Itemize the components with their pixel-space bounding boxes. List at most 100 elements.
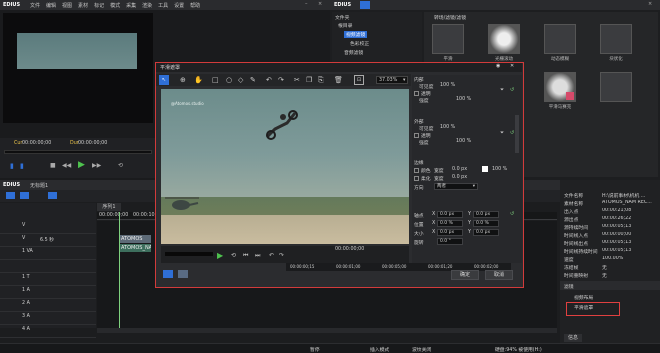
rect-tool-icon[interactable]: □ (212, 76, 219, 84)
menu-item[interactable]: 帮助 (190, 2, 200, 9)
effect-thumbnail[interactable] (600, 24, 632, 54)
stop-icon[interactable]: ■ (50, 162, 56, 169)
cut-icon[interactable]: ✂ (294, 76, 300, 84)
axis-x-field[interactable]: 0.0 px (437, 211, 463, 218)
effect-thumbnail[interactable] (488, 24, 520, 54)
bin-folder-icon[interactable] (360, 1, 370, 9)
fit-icon[interactable]: ⊡ (354, 75, 364, 85)
position-y-field[interactable]: 0.0 % (473, 220, 499, 227)
dialog-redo-icon[interactable]: ↷ (279, 252, 284, 259)
menu-item[interactable]: 模式 (110, 2, 120, 9)
edge-color-row[interactable]: 颜色 (414, 167, 431, 174)
redo-icon[interactable]: ↷ (278, 76, 284, 84)
inner-funnel-icon[interactable]: ⏷ (500, 87, 504, 93)
rewind-icon[interactable]: ◀◀ (62, 162, 71, 169)
menu-item[interactable]: 标记 (94, 2, 104, 9)
video-clip[interactable]: ATOMOS (119, 235, 151, 243)
tree-item[interactable]: 视频滤镜 (344, 31, 368, 38)
effects-close-icon[interactable]: × (648, 1, 652, 7)
timeline-scrollbar[interactable] (97, 328, 557, 333)
track-header[interactable]: 1 A (0, 286, 96, 299)
dialog-scrubber[interactable] (165, 252, 213, 256)
close-icon[interactable]: × (318, 1, 322, 7)
dialog-close-icon[interactable]: ✕ (510, 63, 514, 69)
inner-transparent-checkbox[interactable] (414, 91, 419, 96)
filter-item[interactable]: 视频布局 (574, 294, 593, 301)
outer-funnel-icon[interactable]: ⏷ (500, 130, 504, 136)
undo-icon[interactable]: ↶ (266, 76, 272, 84)
inner-reset-icon[interactable]: ↺ (510, 87, 514, 93)
outer-transparent-row[interactable]: 透明 (414, 132, 431, 139)
ok-button[interactable]: 确定 (451, 270, 479, 280)
effect-thumbnail[interactable] (600, 72, 632, 102)
dialog-next-icon[interactable]: ⏭ (255, 252, 260, 260)
settings-scrollbar[interactable] (515, 115, 519, 153)
edge-soft-row[interactable]: 柔化 (414, 175, 431, 182)
delete-icon[interactable]: 🗑 (334, 76, 343, 84)
audio-clip[interactable]: ATOMOS_NAM (119, 244, 151, 252)
snap-icon[interactable] (48, 192, 57, 199)
outer-reset-icon[interactable]: ↺ (510, 130, 514, 136)
dialog-play-icon[interactable]: ▶ (217, 251, 223, 260)
menu-item[interactable]: 文件 (30, 2, 40, 9)
loop-icon[interactable]: ⟲ (118, 162, 123, 169)
track-header[interactable]: 4 A (0, 325, 96, 338)
edge-color-swatch[interactable] (482, 166, 488, 172)
edge-color-checkbox[interactable] (414, 168, 419, 173)
dialog-help-icon[interactable]: ◉ (496, 63, 500, 69)
cancel-button[interactable]: 取消 (485, 270, 513, 280)
select-tool-icon[interactable]: ↖ (159, 75, 169, 85)
set-in-icon[interactable]: ▮ (10, 162, 14, 170)
player-scrubber[interactable] (4, 150, 152, 154)
menu-item[interactable]: 素材 (78, 2, 88, 9)
forward-icon[interactable]: ▶▶ (92, 162, 101, 169)
track-header[interactable]: 3 A (0, 312, 96, 325)
track-header[interactable]: 1 T (0, 273, 96, 286)
menu-item[interactable]: 设置 (174, 2, 184, 9)
polygon-tool-icon[interactable]: ◇ (238, 76, 243, 84)
list-view-icon[interactable] (178, 270, 188, 278)
inner-transparent-row[interactable]: 透明 (414, 90, 431, 97)
dialog-loop-icon[interactable]: ⟲ (231, 252, 236, 259)
track-header[interactable]: V 6.5 秒 (0, 234, 96, 247)
tree-item[interactable]: 色彩校正 (350, 40, 369, 47)
dialog-undo-icon[interactable]: ↶ (269, 252, 274, 259)
track-header[interactable]: V (0, 221, 96, 234)
effect-thumbnail[interactable] (432, 24, 464, 54)
play-icon[interactable]: ▶ (78, 160, 85, 170)
axis-y-field[interactable]: 0.0 px (473, 211, 499, 218)
track-header[interactable]: 2 A (0, 299, 96, 312)
menu-item[interactable]: 渲染 (142, 2, 152, 9)
edge-soft-checkbox[interactable] (414, 176, 419, 181)
sequence-tab[interactable]: 序列1 (97, 203, 121, 211)
outer-transparent-checkbox[interactable] (414, 133, 419, 138)
position-x-field[interactable]: 0.0 % (437, 220, 463, 227)
menu-item[interactable]: 采集 (126, 2, 136, 9)
hand-tool-icon[interactable]: ✋ (194, 76, 203, 84)
playhead[interactable] (119, 212, 120, 328)
menu-item[interactable]: 视图 (62, 2, 72, 9)
track-header[interactable]: 1 VA (0, 247, 96, 260)
info-tab[interactable]: 信息 (564, 334, 582, 342)
dialog-prev-icon[interactable]: ⏮ (243, 252, 248, 260)
track-header[interactable] (0, 260, 96, 273)
tree-item[interactable]: 根目录 (338, 22, 352, 29)
paste-icon[interactable]: ⎘ (318, 76, 324, 85)
tree-item[interactable]: 音频滤镜 (344, 49, 363, 56)
zoom-select[interactable]: 37.03% ▾ (376, 76, 408, 84)
layout-view-icon[interactable] (163, 270, 173, 278)
save-icon[interactable] (20, 192, 29, 199)
size-x-field[interactable]: 0.0 px (437, 229, 463, 236)
minimize-icon[interactable]: – (305, 1, 308, 7)
new-sequence-icon[interactable] (6, 192, 15, 199)
direction-select[interactable]: 两者 ▾ (434, 183, 478, 190)
rotate-field[interactable]: 0.0 ° (437, 238, 463, 245)
size-y-field[interactable]: 0.0 px (473, 229, 499, 236)
transform-reset-icon[interactable]: ↺ (510, 211, 514, 217)
ellipse-tool-icon[interactable]: ○ (226, 76, 232, 84)
copy-icon[interactable]: ❐ (306, 76, 312, 84)
menu-item[interactable]: 编辑 (46, 2, 56, 9)
menu-item[interactable]: 工具 (158, 2, 168, 9)
pen-tool-icon[interactable]: ✎ (250, 76, 256, 84)
zoom-tool-icon[interactable]: ⊕ (180, 76, 186, 84)
